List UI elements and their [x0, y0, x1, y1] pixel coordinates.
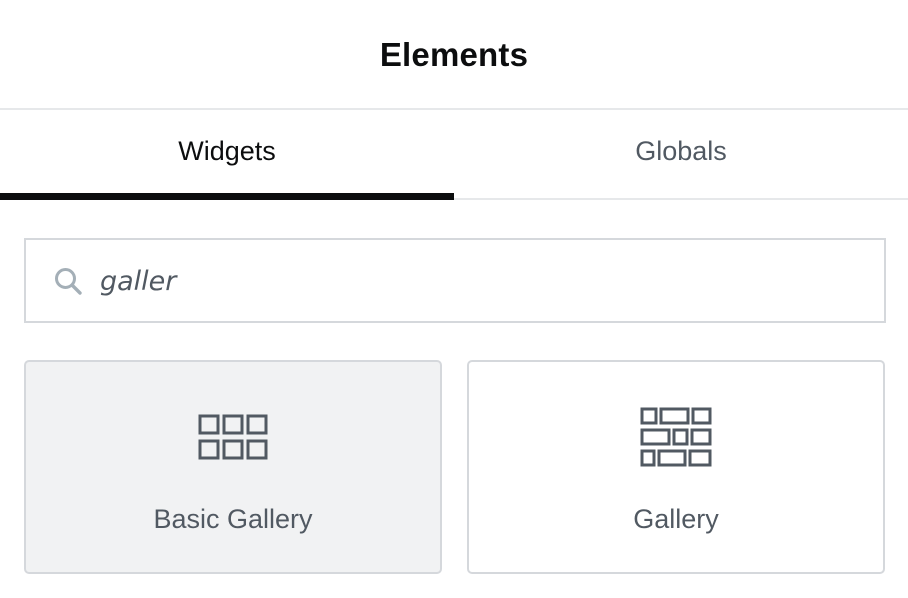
elements-panel: Elements Widgets Globals galler Basic Ga… — [0, 0, 908, 598]
tab-widgets[interactable]: Widgets — [0, 110, 454, 200]
panel-tabs: Widgets Globals — [0, 110, 908, 200]
gallery-icon — [469, 406, 883, 468]
tab-globals-label: Globals — [635, 135, 727, 166]
search-input[interactable] — [100, 266, 884, 297]
search-icon — [50, 263, 86, 299]
tab-widgets-label: Widgets — [178, 135, 276, 166]
widget-basic-gallery[interactable]: Basic Gallery — [24, 360, 442, 574]
widget-gallery[interactable]: Gallery — [467, 360, 885, 574]
widget-basic-gallery-label: Basic Gallery — [153, 504, 313, 534]
basic-gallery-icon — [26, 406, 440, 468]
widget-grid: Basic Gallery Gallery — [24, 360, 886, 574]
panel-title: Elements — [379, 36, 529, 73]
tab-globals[interactable]: Globals — [454, 110, 908, 198]
widget-gallery-label: Gallery — [633, 504, 719, 534]
search-box[interactable] — [24, 238, 886, 323]
panel-header: Elements — [0, 0, 908, 110]
